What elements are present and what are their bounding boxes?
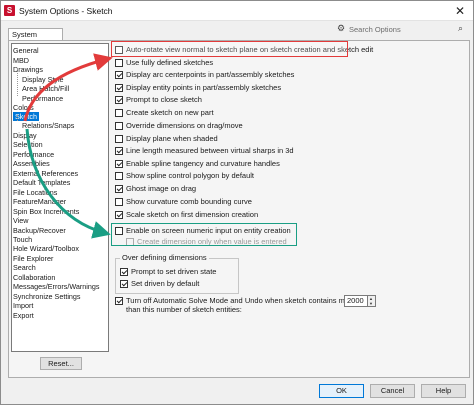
tree-item[interactable]: Relations/Snaps — [22, 121, 74, 130]
title-bar: S System Options - Sketch ✕ — [1, 1, 473, 21]
prompt-driven-checkbox[interactable] — [120, 268, 128, 276]
app-icon: S — [4, 5, 15, 16]
set-driven-label: Set driven by default — [131, 279, 200, 288]
tree-item[interactable]: Performance — [13, 150, 54, 159]
cancel-button[interactable]: Cancel — [370, 384, 415, 398]
tree-item[interactable]: Synchronize Settings — [13, 292, 81, 301]
tree-item[interactable]: Backup/Recover — [13, 226, 66, 235]
option-checkbox[interactable] — [115, 71, 123, 79]
ok-button[interactable]: OK — [319, 384, 364, 398]
tree-item[interactable]: Selection — [13, 140, 43, 149]
tree-item[interactable]: Display — [13, 131, 37, 140]
tree-item[interactable]: Import — [13, 301, 33, 310]
tree-item[interactable]: File Explorer — [13, 254, 53, 263]
option-label: Show curvature comb bounding curve — [126, 197, 252, 206]
reset-button[interactable]: Reset... — [40, 357, 82, 370]
option-checkbox[interactable] — [115, 96, 123, 104]
close-button[interactable]: ✕ — [451, 3, 469, 19]
option-label: Ghost image on drag — [126, 184, 197, 193]
option-label: Create sketch on new part — [126, 108, 214, 117]
tree-item[interactable]: External References — [13, 169, 78, 178]
tree-item[interactable]: FeatureManager — [13, 197, 66, 206]
entity-count-input[interactable]: 2000 — [344, 295, 368, 307]
option-label: Enable spline tangency and curvature han… — [126, 159, 280, 168]
option-label: Show spline control polygon by default — [126, 171, 254, 180]
prompt-driven-label: Prompt to set driven state — [131, 267, 217, 276]
tree-item[interactable]: Touch — [13, 235, 32, 244]
option-checkbox[interactable] — [115, 147, 123, 155]
option-label: Scale sketch on first dimension creation — [126, 210, 259, 219]
tree-item[interactable]: Default Templates — [13, 178, 70, 187]
option-label: Override dimensions on drag/move — [126, 121, 243, 130]
option-label: Display entity points in part/assembly s… — [126, 83, 282, 92]
spin-down-icon[interactable]: ▼ — [369, 301, 373, 306]
solve-mode-checkbox[interactable] — [115, 297, 123, 305]
option-checkbox[interactable] — [115, 198, 123, 206]
gear-icon[interactable]: ⚙ — [337, 23, 345, 34]
option-checkbox[interactable] — [115, 211, 123, 219]
option-checkbox[interactable] — [115, 160, 123, 168]
tree-item[interactable]: General — [13, 46, 39, 55]
solve-mode-label-2: than this number of sketch entities: — [126, 305, 242, 314]
option-checkbox[interactable] — [115, 172, 123, 180]
option-checkbox[interactable] — [115, 122, 123, 130]
option-label: Display plane when shaded — [126, 134, 218, 143]
tree-connector — [17, 115, 18, 121]
highlight-numeric-input — [111, 223, 297, 246]
search-options[interactable]: ⚙ Search Options ⌕ — [337, 23, 465, 37]
set-driven-checkbox[interactable] — [120, 280, 128, 288]
tree-item[interactable]: View — [13, 216, 28, 225]
tree-item[interactable]: Spin Box Increments — [13, 207, 79, 216]
option-checkbox[interactable] — [115, 135, 123, 143]
highlight-auto-rotate — [111, 41, 348, 57]
option-checkbox[interactable] — [115, 84, 123, 92]
tree-item[interactable]: Assemblies — [13, 159, 50, 168]
search-icon[interactable]: ⌕ — [458, 23, 463, 34]
window-title: System Options - Sketch — [19, 6, 113, 16]
tree-item[interactable]: MBD — [13, 56, 29, 65]
tree-item[interactable]: Area Hatch/Fill — [22, 84, 69, 93]
option-label: Use fully defined sketches — [126, 58, 214, 67]
help-button[interactable]: Help — [421, 384, 466, 398]
tree-item[interactable]: Export — [13, 311, 34, 320]
option-checkbox[interactable] — [115, 59, 123, 67]
system-options-window: S System Options - Sketch ✕ System Optio… — [0, 0, 474, 405]
tree-item[interactable]: Search — [13, 263, 36, 272]
option-checkbox[interactable] — [115, 109, 123, 117]
options-tree[interactable]: General MBD Drawings Display Style Area Hatc… — [11, 43, 109, 352]
option-label: Display arc centerpoints in part/assembl… — [126, 70, 295, 79]
tree-item[interactable]: Messages/Errors/Warnings — [13, 282, 99, 291]
option-label: Line length measured between virtual sha… — [126, 146, 294, 155]
tree-item[interactable]: Collaboration — [13, 273, 55, 282]
tree-item[interactable]: File Locations — [13, 188, 57, 197]
tree-item[interactable]: Display Style — [22, 75, 64, 84]
search-input[interactable]: Search Options — [349, 25, 401, 34]
entity-count-spinner[interactable]: ▲ ▼ — [368, 295, 376, 307]
over-defining-title: Over defining dimensions — [120, 253, 209, 262]
tree-connector — [17, 68, 18, 96]
tree-item[interactable]: Hole Wizard/Toolbox — [13, 244, 79, 253]
tree-item[interactable]: Colors — [13, 103, 34, 112]
option-label: Prompt to close sketch — [126, 95, 202, 104]
tree-item[interactable]: Performance — [22, 94, 63, 103]
option-checkbox[interactable] — [115, 185, 123, 193]
